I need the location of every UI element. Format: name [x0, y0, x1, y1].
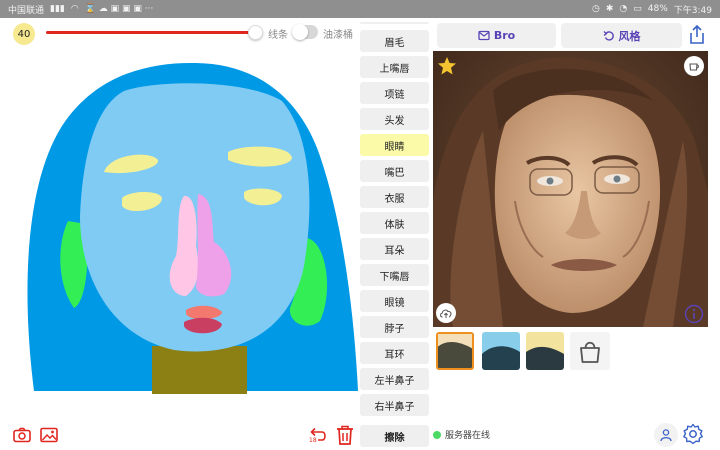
bro-tab[interactable]: Bro [437, 23, 556, 48]
part-button-hair[interactable]: 头发 [360, 108, 429, 130]
system-status-bar: 中国联通 ▮▮▮ ◠ ⌛ ☁ ▣ ▣ ▣ ··· ◷ ✱ ◔ ▭ 48% 下午3… [0, 0, 720, 18]
settings-gear-icon[interactable] [682, 423, 704, 445]
part-button-lower-lip[interactable]: 下嘴唇 [360, 264, 429, 286]
mail-icon [478, 30, 490, 41]
profile-button[interactable] [654, 423, 678, 447]
undo-count: 18 [309, 437, 317, 444]
part-button-right-nose[interactable]: 右半鼻子 [360, 394, 429, 416]
shopping-bag-icon [580, 341, 600, 363]
part-button-hidden [360, 22, 429, 24]
bluetooth-icon: ✱ [605, 4, 614, 14]
share-icon[interactable] [686, 24, 708, 46]
part-button-mouth[interactable]: 嘴巴 [360, 160, 429, 182]
user-icon [660, 429, 672, 442]
fill-mode-toggle[interactable] [292, 24, 318, 40]
part-button-clothes[interactable]: 衣服 [360, 186, 429, 208]
brush-size-slider[interactable] [46, 31, 256, 34]
style-thumbnail-3[interactable] [526, 332, 564, 370]
signal-icon: ▮▮▮ [50, 4, 65, 14]
drawing-canvas[interactable] [0, 46, 358, 396]
style-thumbnail-1[interactable] [436, 332, 474, 370]
coffee-icon[interactable] [684, 56, 704, 76]
part-button-upper-lip[interactable]: 上嘴唇 [360, 56, 429, 78]
part-button-necklace[interactable]: 项链 [360, 82, 429, 104]
trash-icon[interactable] [335, 424, 355, 446]
refresh-icon [603, 30, 614, 41]
part-button-skin[interactable]: 体肤 [360, 212, 429, 234]
part-button-ears[interactable]: 耳朵 [360, 238, 429, 260]
alarm-icon: ◷ [591, 4, 600, 14]
battery-level: 48% [647, 4, 668, 14]
shop-bag-button[interactable] [570, 332, 610, 370]
part-button-neck[interactable]: 脖子 [360, 316, 429, 338]
style-thumbnail-2[interactable] [482, 332, 520, 370]
mute-icon: ◔ [619, 4, 628, 14]
gallery-icon[interactable] [40, 427, 58, 443]
erase-button[interactable]: 擦除 [360, 425, 429, 447]
line-mode-label: 线条 [268, 30, 288, 41]
camera-icon[interactable] [13, 427, 31, 443]
carrier-label: 中国联通 [8, 5, 45, 16]
style-tab[interactable]: 风格 [561, 23, 682, 48]
info-icon[interactable] [684, 304, 704, 324]
part-button-earrings[interactable]: 耳环 [360, 342, 429, 364]
part-button-glasses[interactable]: 眼镜 [360, 290, 429, 312]
server-status-label: 服务器在线 [445, 431, 491, 441]
clock: 下午3:49 [673, 5, 712, 16]
part-button-eyes[interactable]: 眼睛 [360, 134, 429, 156]
part-button-eyebrows[interactable]: 眉毛 [360, 30, 429, 52]
notification-icons: ⌛ ☁ ▣ ▣ ▣ ··· [84, 4, 154, 14]
server-status: 服务器在线 [433, 428, 490, 441]
generated-portrait [433, 51, 708, 327]
brush-size-indicator[interactable]: 40 [13, 23, 35, 45]
brush-size-slider-thumb[interactable] [248, 25, 263, 40]
bro-tab-label: Bro [493, 29, 516, 42]
star-icon[interactable] [437, 56, 457, 76]
part-button-left-nose[interactable]: 左半鼻子 [360, 368, 429, 390]
wifi-icon: ◠ [70, 4, 79, 14]
battery-icon: ▭ [633, 4, 642, 14]
undo-button[interactable]: 18 [307, 424, 329, 446]
fill-mode-label: 油漆桶 [323, 30, 353, 41]
cloud-upload-icon[interactable] [436, 303, 456, 323]
style-tab-label: 风格 [618, 29, 641, 43]
server-status-dot [433, 430, 441, 439]
